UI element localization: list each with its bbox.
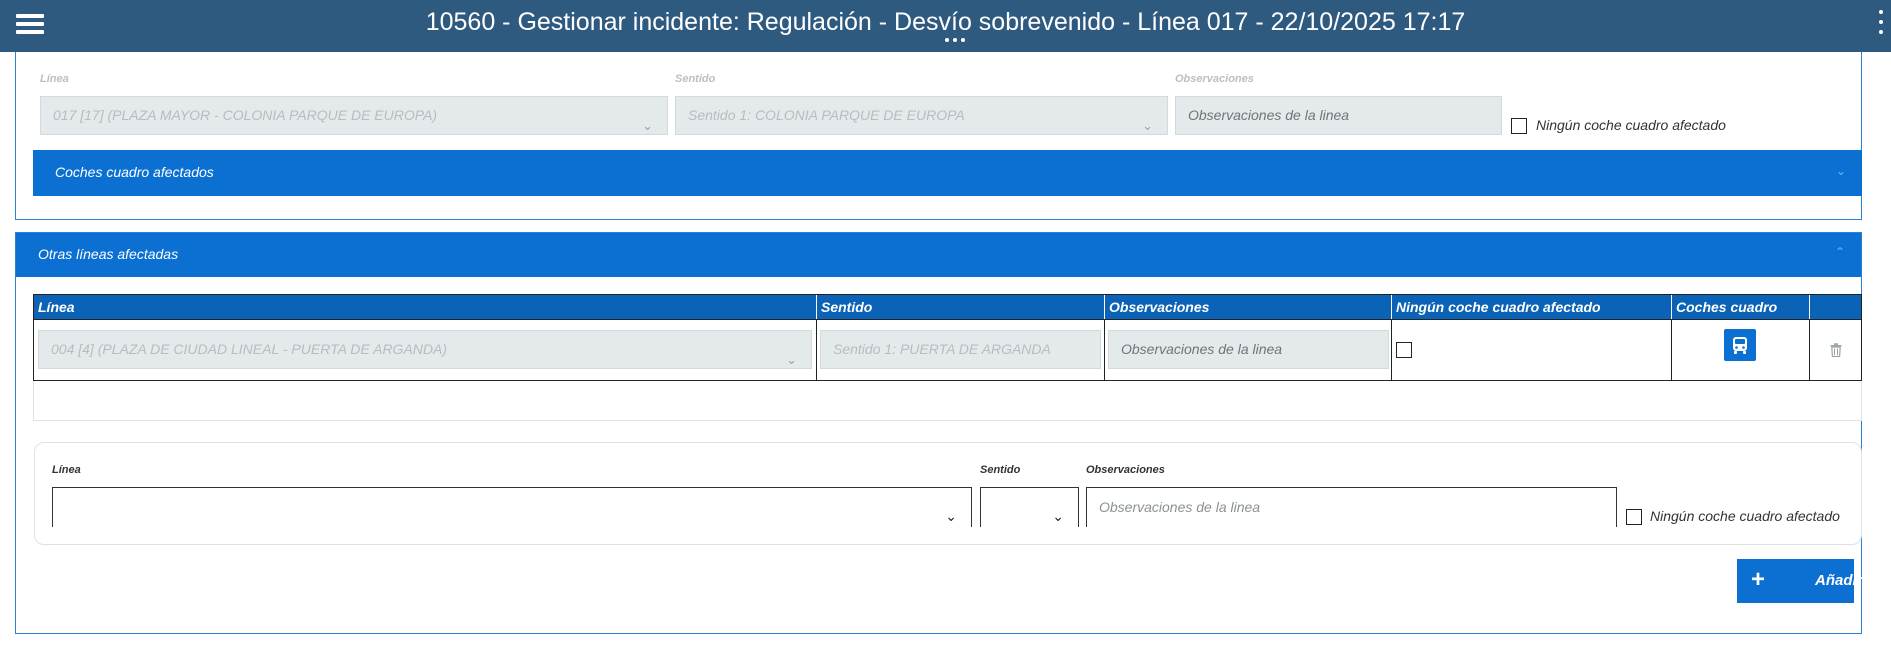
new-sentido-select[interactable]: ⌄ xyxy=(980,487,1079,527)
chevron-down-icon: ⌄ xyxy=(945,508,957,524)
trash-icon[interactable] xyxy=(1830,343,1842,357)
add-button-label: Añadir xyxy=(1815,572,1863,589)
otras-lineas-panel-header[interactable]: Otras líneas afectadas ⌃ xyxy=(16,233,1861,277)
column-header-coches-cuadro: Coches cuadro xyxy=(1672,295,1810,319)
row-sentido-input[interactable]: Sentido 1: PUERTA DE ARGANDA xyxy=(820,330,1101,369)
coches-cuadro-panel-header[interactable]: Coches cuadro afectados ⌄ xyxy=(33,150,1862,196)
column-header-linea: Línea xyxy=(34,295,817,319)
sentido-label: Sentido xyxy=(675,73,716,85)
otras-lineas-section xyxy=(15,232,1862,634)
ningun-coche-label: Ningún coche cuadro afectado xyxy=(1536,117,1726,133)
cell-sentido: Sentido 1: PUERTA DE ARGANDA xyxy=(817,320,1105,380)
more-horizontal-icon[interactable] xyxy=(945,38,967,44)
column-header-observaciones: Observaciones xyxy=(1105,295,1392,319)
linea-select-value: 017 [17] (PLAZA MAYOR - COLONIA PARQUE D… xyxy=(53,107,438,123)
row-linea-select[interactable]: 004 [4] (PLAZA DE CIUDAD LINEAL - PUERTA… xyxy=(38,330,812,369)
observaciones-placeholder: Observaciones de la linea xyxy=(1188,107,1350,123)
new-linea-label: Línea xyxy=(52,464,81,476)
new-observaciones-placeholder: Observaciones de la linea xyxy=(1099,499,1261,515)
linea-label: Línea xyxy=(40,73,69,85)
chevron-down-icon: ⌄ xyxy=(1835,164,1846,178)
new-ningun-coche-label: Ningún coche cuadro afectado xyxy=(1650,508,1840,524)
column-header-ningun-coche: Ningún coche cuadro afectado xyxy=(1392,295,1672,319)
table-empty-area xyxy=(33,381,1862,421)
table-header: Línea Sentido Observaciones Ningún coche… xyxy=(33,294,1862,320)
chevron-down-icon: ⌄ xyxy=(642,118,653,133)
observaciones-input[interactable]: Observaciones de la linea xyxy=(1175,96,1502,135)
linea-select[interactable]: 017 [17] (PLAZA MAYOR - COLONIA PARQUE D… xyxy=(40,96,668,135)
bus-icon xyxy=(1733,337,1747,354)
new-sentido-label: Sentido xyxy=(980,464,1021,476)
chevron-up-icon: ⌃ xyxy=(1834,245,1845,259)
chevron-down-icon: ⌄ xyxy=(786,352,797,367)
row-observaciones-placeholder: Observaciones de la linea xyxy=(1121,341,1283,357)
page-title: 10560 - Gestionar incidente: Regulación … xyxy=(425,8,1466,36)
plus-icon: + xyxy=(1751,566,1766,593)
column-header-sentido: Sentido xyxy=(817,295,1105,319)
cell-observaciones: Observaciones de la linea xyxy=(1105,320,1392,380)
cell-linea: 004 [4] (PLAZA DE CIUDAD LINEAL - PUERTA… xyxy=(34,320,817,380)
coches-cuadro-panel-title: Coches cuadro afectados xyxy=(55,164,214,180)
row-observaciones-input[interactable]: Observaciones de la linea xyxy=(1108,330,1389,369)
chevron-down-icon: ⌄ xyxy=(1142,118,1153,133)
cell-coches-cuadro xyxy=(1672,320,1810,380)
sentido-select[interactable]: Sentido 1: COLONIA PARQUE DE EUROPA ⌄ xyxy=(675,96,1168,135)
cell-actions xyxy=(1810,320,1861,380)
new-linea-select[interactable]: ⌄ xyxy=(52,487,972,527)
app-header: 10560 - Gestionar incidente: Regulación … xyxy=(0,0,1891,52)
kebab-menu-icon[interactable] xyxy=(1877,10,1885,40)
otras-lineas-panel-title: Otras líneas afectadas xyxy=(38,246,179,262)
new-observaciones-input[interactable]: Observaciones de la linea xyxy=(1086,487,1617,527)
coches-cuadro-button[interactable] xyxy=(1724,329,1756,361)
cell-ningun-coche xyxy=(1392,320,1672,380)
row-linea-value: 004 [4] (PLAZA DE CIUDAD LINEAL - PUERTA… xyxy=(51,341,447,357)
add-button[interactable]: + Añadir xyxy=(1737,559,1863,603)
table-row: 004 [4] (PLAZA DE CIUDAD LINEAL - PUERTA… xyxy=(33,320,1862,381)
new-ningun-coche-checkbox[interactable] xyxy=(1626,509,1642,525)
chevron-down-icon: ⌄ xyxy=(1052,508,1064,524)
new-observaciones-label: Observaciones xyxy=(1086,464,1165,476)
observaciones-label: Observaciones xyxy=(1175,73,1254,85)
ningun-coche-checkbox[interactable] xyxy=(1511,118,1527,134)
row-sentido-value: Sentido 1: PUERTA DE ARGANDA xyxy=(833,341,1051,357)
column-header-actions xyxy=(1810,295,1861,319)
sentido-select-value: Sentido 1: COLONIA PARQUE DE EUROPA xyxy=(688,107,965,123)
row-ningun-coche-checkbox[interactable] xyxy=(1396,342,1412,358)
